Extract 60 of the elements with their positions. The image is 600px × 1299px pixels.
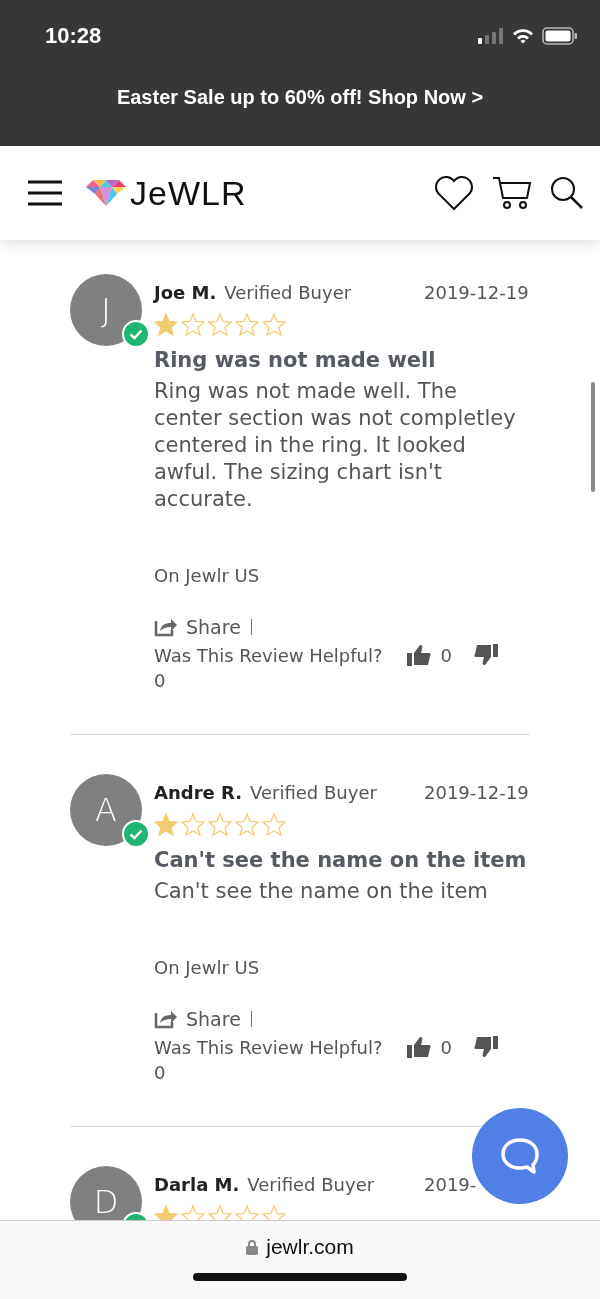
chat-bubble-icon [500, 1137, 540, 1175]
down-count: 0 [154, 670, 167, 691]
review-source: On Jewlr US [154, 565, 261, 586]
share-link[interactable]: Share [154, 1008, 241, 1030]
review-title: Can't see the name on the item [154, 848, 528, 872]
battery-icon [542, 27, 578, 45]
review-source: On Jewlr US [154, 957, 261, 978]
thumbs-down-button[interactable] [474, 644, 498, 666]
review-title: Ring was not made well [154, 348, 437, 372]
verified-label: Verified Buyer [224, 282, 352, 303]
empty-star-icon [235, 313, 259, 336]
wifi-icon [512, 28, 534, 44]
empty-star-icon [235, 813, 259, 836]
thumbs-up-button[interactable]: 0 [406, 1036, 452, 1058]
reviewer-name: Andre R. [154, 782, 242, 803]
heart-icon[interactable] [434, 175, 474, 211]
review-text: Can't see the name on the item [154, 878, 489, 905]
empty-star-icon [208, 313, 232, 336]
menu-icon[interactable] [28, 180, 62, 206]
empty-star-icon [181, 313, 205, 336]
url-text[interactable]: jewlr.com [266, 1235, 354, 1259]
search-icon[interactable] [550, 176, 584, 210]
review-date: 2019-12-19 [424, 782, 530, 803]
signal-icon [478, 28, 504, 44]
avatar-initial: D [93, 1183, 119, 1220]
status-time: 10:28 [45, 23, 102, 49]
review-date: 2019- [424, 1174, 478, 1195]
share-link[interactable]: Share [154, 616, 241, 638]
promo-link[interactable]: Easter Sale up to 60% off! Shop Now > [0, 72, 600, 109]
filled-star-icon [154, 313, 178, 336]
verified-label: Verified Buyer [250, 782, 377, 803]
share-icon [154, 617, 178, 637]
reviewer-name: Joe M. [154, 282, 217, 303]
thumbs-down-icon [474, 1036, 498, 1058]
empty-star-icon [262, 813, 286, 836]
up-count: 0 [440, 1036, 452, 1058]
review-date: 2019-12-19 [424, 282, 530, 303]
thumbs-up-button[interactable]: 0 [406, 644, 452, 666]
thumbs-up-icon [406, 1036, 431, 1058]
share-icon [154, 1009, 178, 1029]
review-text: Ring was not made well. The center section was not completley centered in the ring. It looked awful. The sizing chart isn't accurate. [154, 378, 517, 513]
avatar-initial: A [95, 791, 117, 829]
empty-star-icon [181, 813, 205, 836]
up-count: 0 [440, 644, 452, 666]
avatar-initial: J [101, 291, 111, 329]
empty-star-icon [208, 813, 232, 836]
logo[interactable]: JeWLR [86, 173, 247, 213]
thumbs-down-icon [474, 644, 498, 666]
down-count: 0 [154, 1062, 167, 1083]
helpful-question: Was This Review Helpful? [154, 1036, 383, 1058]
filled-star-icon [154, 813, 178, 836]
lock-icon [246, 1239, 259, 1255]
reviewer-name: Darla M. [154, 1174, 240, 1195]
thumbs-up-icon [406, 644, 431, 666]
thumbs-down-button[interactable] [474, 1036, 498, 1058]
helpful-question: Was This Review Helpful? [154, 644, 383, 666]
gem-icon [86, 180, 126, 206]
verified-label: Verified Buyer [247, 1174, 375, 1195]
cart-icon[interactable] [492, 176, 532, 210]
empty-star-icon [262, 313, 286, 336]
